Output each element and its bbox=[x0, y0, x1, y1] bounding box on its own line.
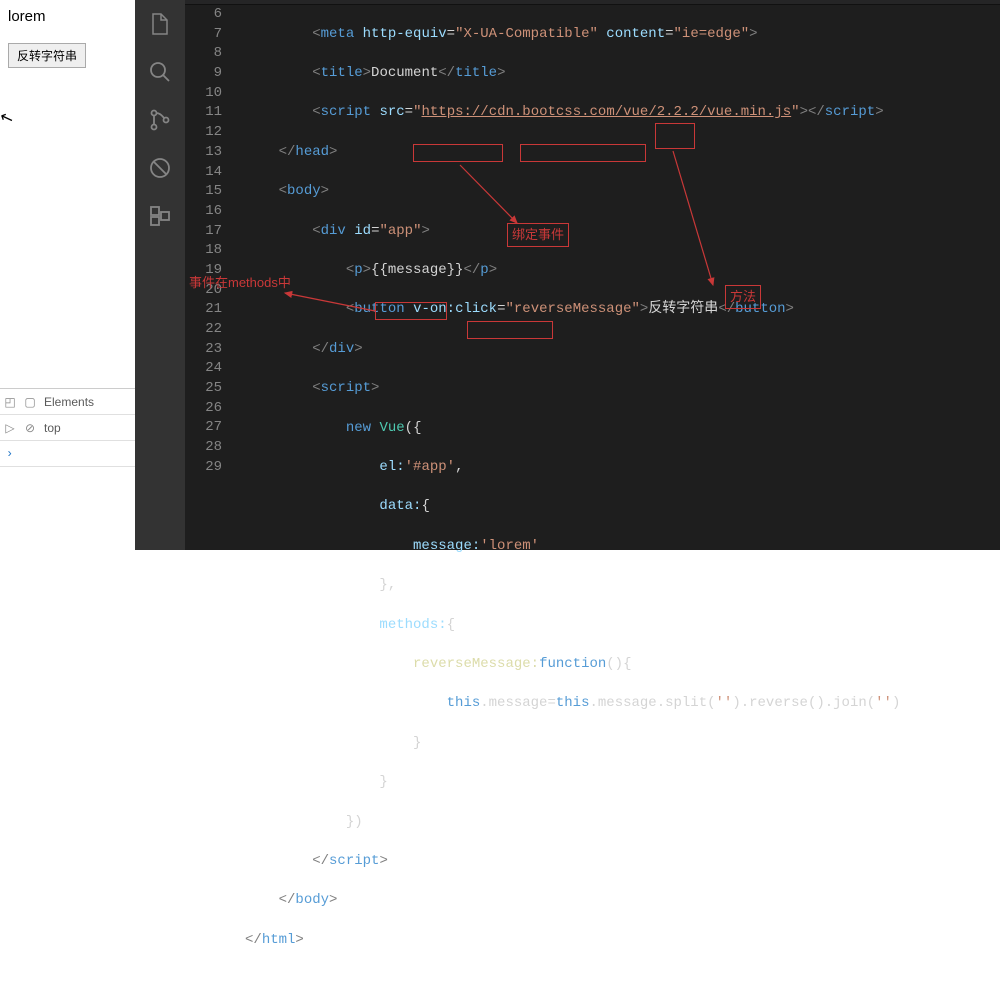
reverse-string-button[interactable]: 反转字符串 bbox=[8, 43, 86, 68]
browser-output-text: lorem bbox=[8, 8, 127, 25]
explorer-icon[interactable] bbox=[135, 0, 185, 48]
code-editor: 6789 10111213 14151617 18192021 22232425… bbox=[185, 0, 1000, 550]
cursor-icon: ↖ bbox=[0, 106, 16, 129]
devtools-prompt-row[interactable]: › bbox=[0, 441, 135, 467]
extensions-icon[interactable] bbox=[135, 192, 185, 240]
search-icon[interactable] bbox=[135, 48, 185, 96]
stop-icon[interactable]: ⊘ bbox=[20, 421, 40, 435]
devtools-elements-tab[interactable]: Elements bbox=[40, 395, 94, 409]
browser-preview-panel: lorem 反转字符串 ↖ ◰ ▢ Elements ▷ ⊘ top › bbox=[0, 0, 135, 550]
source-control-icon[interactable] bbox=[135, 96, 185, 144]
device-icon[interactable]: ▢ bbox=[20, 395, 40, 409]
devtools-panel: ◰ ▢ Elements ▷ ⊘ top › bbox=[0, 388, 135, 467]
debug-icon[interactable] bbox=[135, 144, 185, 192]
devtools-context-label[interactable]: top bbox=[40, 421, 61, 435]
devtools-tab-row: ◰ ▢ Elements bbox=[0, 389, 135, 415]
line-gutter: 6789 10111213 14151617 18192021 22232425… bbox=[185, 5, 240, 478]
activity-bar bbox=[135, 0, 185, 550]
console-prompt-icon: › bbox=[0, 447, 13, 461]
code-lines[interactable]: <meta http-equiv="X-UA-Compatible" conte… bbox=[245, 5, 1000, 990]
inspect-icon[interactable]: ◰ bbox=[0, 395, 20, 409]
play-icon[interactable]: ▷ bbox=[0, 421, 20, 435]
devtools-console-row: ▷ ⊘ top bbox=[0, 415, 135, 441]
